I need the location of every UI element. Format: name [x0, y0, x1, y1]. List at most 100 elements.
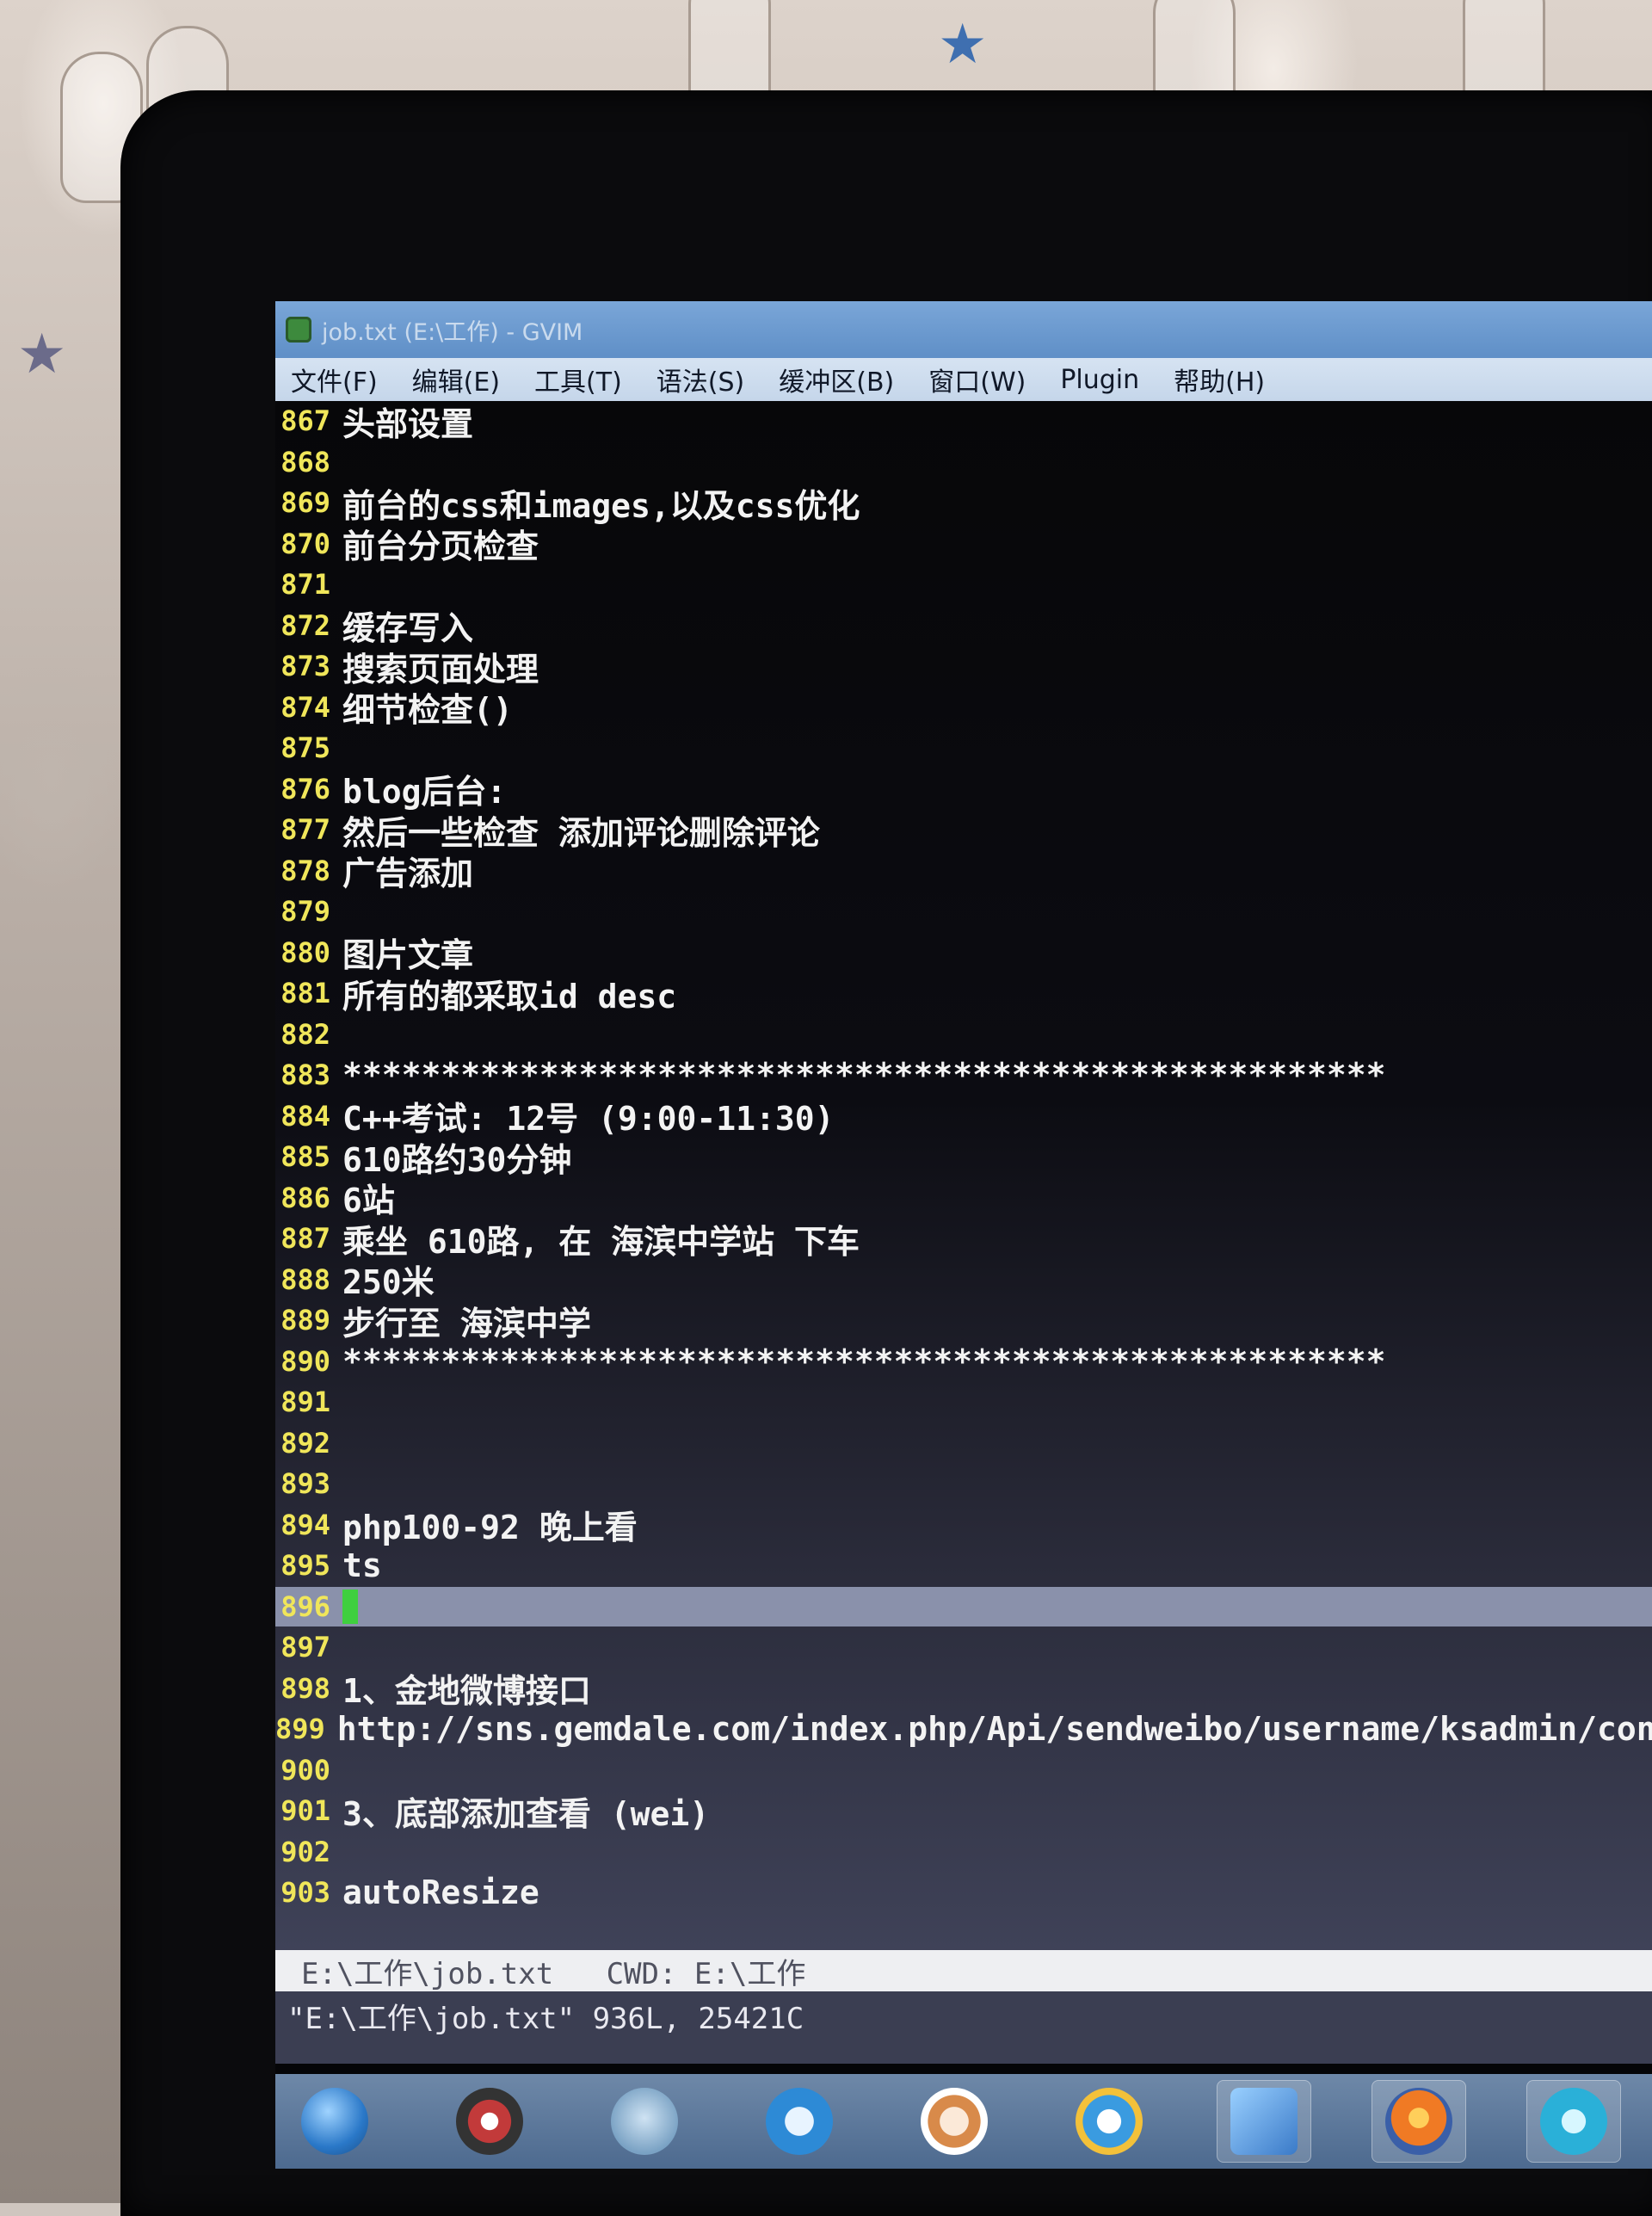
control-panel-icon [1230, 2088, 1298, 2155]
search-tool-taskbar-button[interactable] [907, 2080, 1002, 2163]
buffer-line[interactable]: 900 [275, 1750, 1652, 1790]
line-number: 875 [280, 731, 330, 764]
line-number: 879 [280, 895, 330, 928]
line-number: 896 [280, 1589, 330, 1623]
line-number: 883 [280, 1059, 330, 1091]
buffer-line[interactable]: 897 [275, 1627, 1652, 1667]
command-line[interactable]: "E:\工作\job.txt" 936L, 25421C [275, 1991, 1652, 2064]
line-number: 881 [280, 977, 330, 1009]
line-text: 细节检查() [342, 691, 513, 729]
menu-item[interactable]: 语法(S) [656, 361, 744, 398]
line-number: 869 [280, 486, 330, 519]
teamviewer-taskbar-button[interactable] [752, 2080, 847, 2163]
buffer-line[interactable]: 868 [275, 442, 1652, 482]
windows-start-taskbar-button[interactable] [287, 2080, 382, 2163]
buffer-line[interactable]: 895 ts [275, 1546, 1652, 1585]
buffer-line[interactable]: 873 搜索页面处理 [275, 646, 1652, 688]
taskbar [275, 2074, 1652, 2169]
buffer-line[interactable]: 874 细节检查() [275, 688, 1652, 730]
buffer-line[interactable]: 877 然后一些检查 添加评论删除评论 [275, 810, 1652, 852]
buffer-line[interactable]: 872 缓存写入 [275, 606, 1652, 648]
buffer-line[interactable]: 886 6站 [275, 1178, 1652, 1220]
line-text: 前台分页检查 [342, 528, 539, 565]
line-number: 880 [280, 935, 330, 969]
line-number: 892 [280, 1426, 330, 1460]
command-line-text: "E:\工作\job.txt" 936L, 25421C [287, 2002, 804, 2036]
line-number: 899 [275, 1713, 325, 1745]
line-number: 882 [280, 1017, 330, 1051]
teamviewer-icon [766, 2088, 833, 2155]
line-number: 893 [280, 1467, 330, 1500]
line-number: 871 [280, 568, 330, 601]
firefox-icon [1385, 2088, 1452, 2155]
buffer-line[interactable]: 899 http://sns.gemdale.com/index.php/Api/… [275, 1709, 1652, 1749]
line-number: 867 [280, 404, 330, 437]
search-tool-icon [921, 2088, 988, 2155]
line-number: 889 [280, 1304, 330, 1336]
line-text: 3、底部添加查看 (wei) [342, 1794, 710, 1833]
status-line-text: E:\工作\job.txt CWD: E:\工作 [301, 1956, 806, 1991]
line-number: 891 [280, 1386, 330, 1418]
line-text: php100-92 晚上看 [342, 1509, 638, 1546]
buffer-line[interactable]: 889 步行至 海滨中学 [275, 1300, 1652, 1343]
buffer-line[interactable]: 884 C++考试: 12号 (9:00-11:30) [275, 1096, 1652, 1139]
line-number: 876 [280, 772, 330, 806]
buffer-line[interactable]: 885 610路约30分钟 [275, 1137, 1652, 1179]
menu-item[interactable]: 文件(F) [291, 361, 378, 398]
line-number: 868 [280, 445, 330, 478]
buffer-line[interactable]: 887 乘坐 610路, 在 海滨中学站 下车 [275, 1219, 1652, 1261]
qt-taskbar-button[interactable] [597, 2080, 692, 2163]
line-text: 所有的都采取id desc [342, 977, 677, 1015]
title-bar[interactable]: job.txt (E:\工作) - GVIM [275, 301, 1652, 358]
buffer-line[interactable]: 869 前台的css和images,以及css优化 [275, 483, 1652, 525]
menu-item[interactable]: 工具(T) [534, 361, 622, 398]
buffer-line[interactable]: 892 [275, 1423, 1652, 1463]
buffer-line[interactable]: 901 3、底部添加查看 (wei) [275, 1791, 1652, 1833]
star-decoration: ★ [17, 323, 67, 386]
line-text: 广告添加 [342, 855, 474, 892]
buffer-line[interactable]: 883 *************************************… [275, 1055, 1652, 1095]
buffer-line[interactable]: 878 广告添加 [275, 851, 1652, 893]
gvim-icon [286, 317, 311, 343]
buffer-line[interactable]: 880 图片文章 [275, 933, 1652, 975]
menu-item[interactable]: 编辑(E) [412, 361, 500, 398]
menu-item[interactable]: 帮助(H) [1174, 361, 1265, 398]
menu-bar: 文件(F) 编辑(E) 工具(T) 语法(S) 缓冲区(B) 窗口(W) Plugin 帮助(… [275, 358, 1652, 401]
menu-item[interactable]: 缓冲区(B) [779, 361, 894, 398]
buffer-line[interactable]: 891 [275, 1382, 1652, 1422]
network-taskbar-button[interactable] [1526, 2080, 1621, 2163]
buffer-line[interactable]: 875 [275, 728, 1652, 768]
buffer-line[interactable]: 870 前台分页检查 [275, 524, 1652, 566]
network-icon [1540, 2088, 1607, 2155]
text-cursor [342, 1589, 358, 1624]
buffer-line[interactable]: 902 [275, 1832, 1652, 1872]
line-number: 874 [280, 690, 330, 724]
control-panel-taskbar-button[interactable] [1217, 2080, 1311, 2163]
internet-explorer-icon [1076, 2088, 1143, 2155]
buffer-line[interactable]: 882 [275, 1015, 1652, 1054]
line-number: 897 [280, 1631, 330, 1664]
buffer-line[interactable]: 867 头部设置 [275, 401, 1652, 443]
buffer-line[interactable]: 898 1、金地微博接口 [275, 1669, 1652, 1711]
buffer-line[interactable]: 894 php100-92 晚上看 [275, 1505, 1652, 1547]
buffer-line[interactable]: 890 *************************************… [275, 1342, 1652, 1381]
menu-item[interactable]: 窗口(W) [928, 361, 1026, 398]
buffer-line[interactable]: 876 blog后台: [275, 769, 1652, 812]
buffer-line[interactable]: 903 autoResize [275, 1873, 1652, 1912]
buffer-line[interactable]: 879 [275, 892, 1652, 931]
buffer-line[interactable]: 871 [275, 565, 1652, 604]
line-number: 890 [280, 1344, 330, 1378]
media-player-taskbar-button[interactable] [442, 2080, 537, 2163]
firefox-taskbar-button[interactable] [1372, 2080, 1466, 2163]
line-number: 903 [280, 1876, 330, 1909]
buffer-line[interactable]: 888 250米 [275, 1260, 1652, 1302]
gvim-window: job.txt (E:\工作) - GVIM 文件(F) 编辑(E) 工具(T) 语法… [275, 301, 1652, 2169]
buffer-line[interactable]: 893 [275, 1464, 1652, 1503]
internet-explorer-taskbar-button[interactable] [1062, 2080, 1156, 2163]
line-number: 902 [280, 1835, 330, 1868]
editor-area[interactable]: 867 头部设置 868 869 前台的css和images,以及css优化 870 前台分… [275, 401, 1652, 1950]
cursor-line[interactable]: 896 [275, 1586, 1652, 1627]
menu-item[interactable]: Plugin [1060, 365, 1139, 395]
line-number: 885 [280, 1140, 330, 1173]
buffer-line[interactable]: 881 所有的都采取id desc [275, 973, 1652, 1015]
